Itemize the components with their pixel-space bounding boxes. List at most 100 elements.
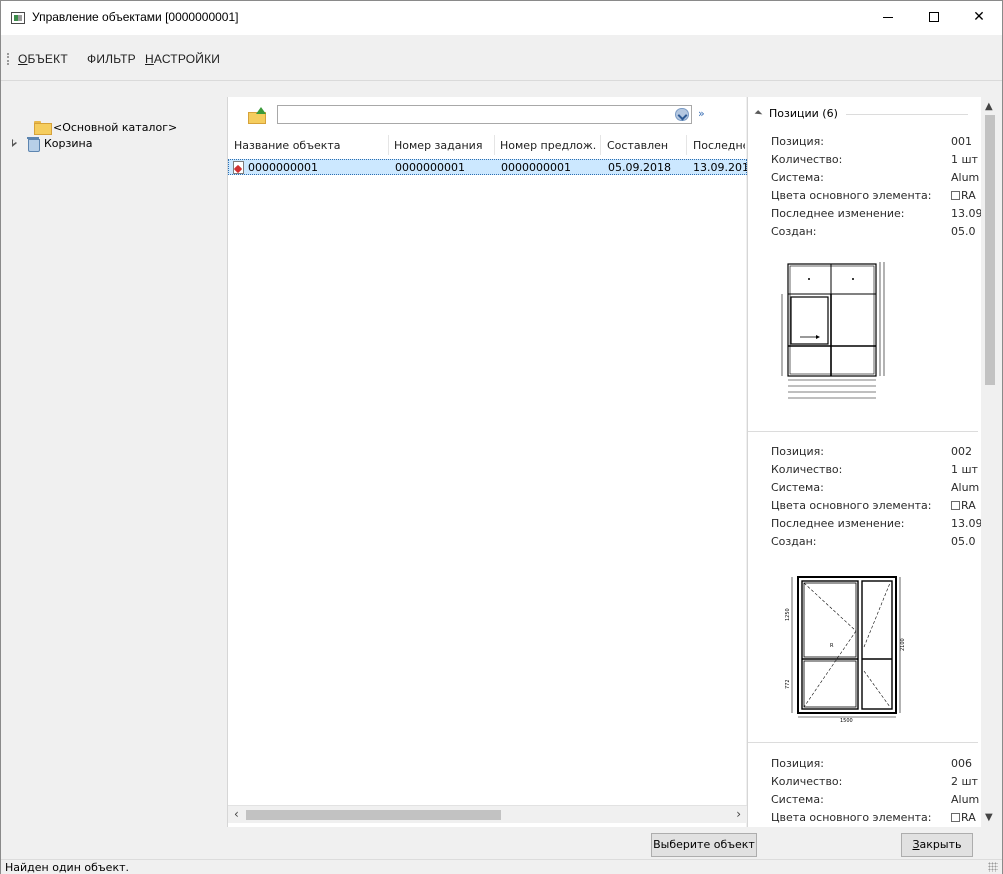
prop-value-colors[interactable]: RA xyxy=(951,499,981,512)
checkbox[interactable] xyxy=(951,191,960,200)
trash-icon xyxy=(26,136,40,152)
path-combobox[interactable] xyxy=(277,105,692,124)
scroll-right-icon[interactable]: › xyxy=(736,807,741,821)
select-object-button[interactable]: Выберите объект xyxy=(651,833,757,857)
status-text: Найден один объект. xyxy=(5,861,129,874)
menu-filter[interactable]: ФИЛЬТР xyxy=(87,52,136,66)
column-divider[interactable] xyxy=(686,135,687,155)
status-bar: Найден один объект. xyxy=(1,859,1002,874)
column-header-created[interactable]: Составлен xyxy=(607,139,683,152)
object-list-panel: » Название объекта Номер задания Номер п… xyxy=(227,97,747,827)
prop-label-system: Система: xyxy=(771,481,824,494)
close-icon: ✕ xyxy=(973,9,985,25)
prop-label-position: Позиция: xyxy=(771,757,824,770)
chevron-down-icon[interactable] xyxy=(675,108,689,121)
prop-value-system: Alum xyxy=(951,481,980,494)
prop-label-last-change: Последнее изменение: xyxy=(771,207,905,220)
positions-group-header[interactable]: Позиции (6) xyxy=(754,107,838,120)
column-divider[interactable] xyxy=(600,135,601,155)
prop-label-position: Позиция: xyxy=(771,445,824,458)
drawing-dim-h: 2100 xyxy=(900,638,906,651)
prop-label-quantity: Количество: xyxy=(771,153,843,166)
scrollbar-thumb[interactable] xyxy=(246,810,501,820)
cell-name: 0000000001 xyxy=(248,161,318,174)
table-row[interactable]: 0000000001 0000000001 0000000001 05.09.2… xyxy=(228,159,747,175)
prop-value-quantity: 1 шт xyxy=(951,463,978,476)
cell-created: 05.09.2018 xyxy=(608,161,671,174)
cell-last-change: 13.09.2018 xyxy=(693,161,747,174)
expand-arrow-icon[interactable] xyxy=(10,138,20,148)
window-title: Управление объектами [0000000001] xyxy=(32,10,239,24)
tree-item-label: <Основной каталог> xyxy=(53,120,178,134)
catalog-tree: <Основной каталог> Корзина xyxy=(2,82,225,828)
prop-label-created: Создан: xyxy=(771,225,817,238)
prop-label-position: Позиция: xyxy=(771,135,824,148)
prop-label-colors: Цвета основного элемента: xyxy=(771,499,932,512)
column-header-offer-number[interactable]: Номер предлож... xyxy=(500,139,596,152)
main-window: Управление объектами [0000000001] ✕ ОБЪЕ… xyxy=(0,0,1003,874)
prop-value-position: 001 xyxy=(951,135,972,148)
position-divider xyxy=(748,742,978,743)
group-divider xyxy=(846,114,968,115)
position-divider xyxy=(748,431,978,432)
prop-value-last-change: 13.09 xyxy=(951,517,981,530)
window-drawing-1 xyxy=(781,262,885,399)
minimize-icon xyxy=(883,16,893,18)
prop-label-colors: Цвета основного элемента: xyxy=(771,189,932,202)
prop-value-last-change: 13.09 xyxy=(951,207,981,220)
prop-value-system: Alum xyxy=(951,171,980,184)
prop-value-system: Alum xyxy=(951,793,980,806)
checkbox[interactable] xyxy=(951,813,960,822)
prop-label-quantity: Количество: xyxy=(771,775,843,788)
drawing-dim-w: 1500 xyxy=(840,718,853,723)
drawing-dim-h2: 772 xyxy=(785,679,791,689)
column-header-task-number[interactable]: Номер задания xyxy=(394,139,490,152)
drawing-label-r: R xyxy=(830,643,834,649)
column-header-name[interactable]: Название объекта xyxy=(234,139,384,152)
menu-bar: ОБЪЕКТ ФИЛЬТР НАСТРОЙКИ xyxy=(1,35,1002,81)
prop-value-colors[interactable]: RA xyxy=(951,189,981,202)
scroll-down-icon[interactable]: ▼ xyxy=(985,812,993,823)
group-title: Позиции (6) xyxy=(769,107,838,120)
prop-value-position: 006 xyxy=(951,757,972,770)
scroll-up-icon[interactable]: ▲ xyxy=(985,101,993,112)
prop-value-created: 05.0 xyxy=(951,535,976,548)
drawing-dim-h1: 1250 xyxy=(785,608,791,621)
document-icon xyxy=(233,161,244,174)
horizontal-scrollbar[interactable]: ‹ › xyxy=(228,805,747,823)
window-drawing-2: R 1250 772 2100 1500 xyxy=(785,576,906,723)
maximize-button[interactable] xyxy=(911,1,957,35)
prop-value-colors[interactable]: RA xyxy=(951,811,981,824)
column-divider[interactable] xyxy=(388,135,389,155)
minimize-button[interactable] xyxy=(865,1,911,35)
scrollbar-thumb[interactable] xyxy=(985,115,995,385)
title-bar: Управление объектами [0000000001] ✕ xyxy=(1,1,1002,35)
list-toolbar: » xyxy=(228,97,747,133)
prop-value-position: 002 xyxy=(951,445,972,458)
tree-item-trash[interactable]: Корзина xyxy=(10,134,92,152)
prop-value-quantity: 1 шт xyxy=(951,153,978,166)
prop-label-quantity: Количество: xyxy=(771,463,843,476)
prop-value-quantity: 2 шт xyxy=(951,775,978,788)
vertical-scrollbar[interactable]: ▲ ▼ xyxy=(981,97,999,827)
prop-label-last-change: Последнее изменение: xyxy=(771,517,905,530)
checkbox[interactable] xyxy=(951,501,960,510)
scroll-left-icon[interactable]: ‹ xyxy=(234,807,239,821)
double-chevron-down-icon[interactable]: » xyxy=(698,107,710,121)
menu-object[interactable]: ОБЪЕКТ xyxy=(18,52,68,66)
column-header-last-change[interactable]: Последне xyxy=(693,139,745,152)
prop-label-system: Система: xyxy=(771,793,824,806)
app-icon xyxy=(11,12,25,24)
close-window-button[interactable]: ✕ xyxy=(956,1,1002,35)
tree-item-label: Корзина xyxy=(44,136,93,150)
prop-value-created: 05.0 xyxy=(951,225,976,238)
menu-settings[interactable]: НАСТРОЙКИ xyxy=(145,52,220,66)
folder-up-icon[interactable] xyxy=(248,107,266,124)
column-divider[interactable] xyxy=(494,135,495,155)
close-button[interactable]: Закрыть xyxy=(901,833,973,857)
toolbar-grip-icon xyxy=(7,53,10,65)
folder-icon xyxy=(34,121,52,135)
resize-grip-icon[interactable] xyxy=(988,862,998,872)
collapse-triangle-icon[interactable] xyxy=(754,109,763,118)
cell-offer-number: 0000000001 xyxy=(501,161,571,174)
